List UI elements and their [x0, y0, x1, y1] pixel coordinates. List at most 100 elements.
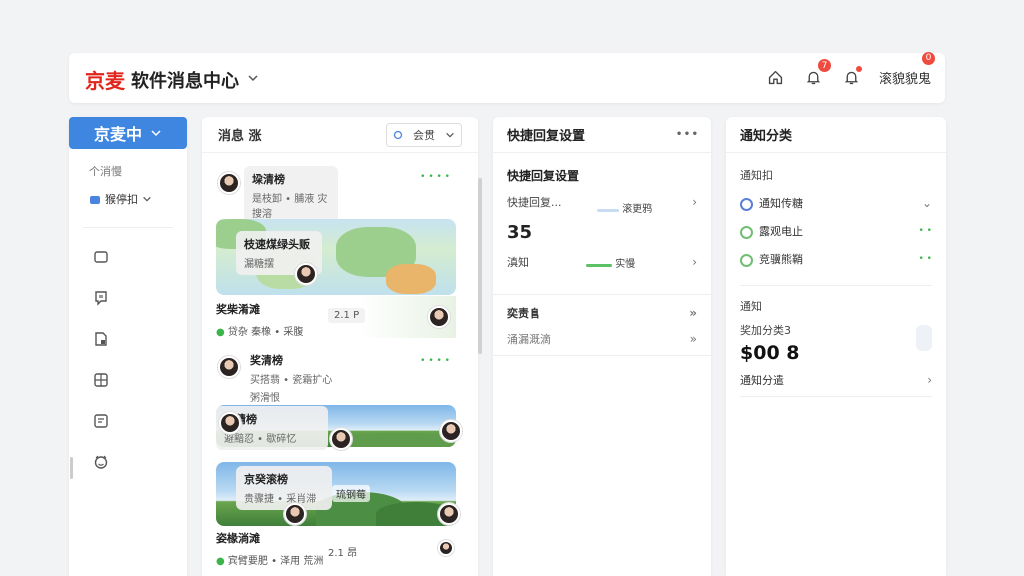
message-scrollbar[interactable] — [478, 178, 482, 354]
chat-icon[interactable] — [91, 288, 111, 307]
category-link[interactable]: 通知分遣 › — [726, 368, 946, 392]
chevron-down-icon[interactable] — [247, 72, 259, 88]
item-tag: 琉钢莓 — [332, 485, 370, 502]
avatar — [330, 428, 352, 450]
chevron-right-icon[interactable]: » — [689, 306, 697, 320]
chevron-down-icon[interactable]: ⌄ — [922, 196, 932, 210]
list-item[interactable]: 姿椽淌滩 ● 宾臂要肥 • 泽用 荒洲 2.1 昂 — [216, 530, 456, 567]
item-preview: ● 宾臂要肥 • 泽用 荒洲 — [216, 556, 324, 567]
brand-title: 软件消息中心 — [131, 70, 239, 92]
quick-row-tag: 滚更鸦 — [622, 204, 653, 215]
more-icon[interactable]: • • • — [676, 129, 698, 140]
radio-button[interactable] — [740, 225, 753, 239]
left-nav: 京麦中 个消慢 猴停扣 — [69, 117, 187, 576]
quick-row-tag: 实慢 — [615, 258, 636, 270]
folder-icon — [90, 195, 100, 204]
avatar — [218, 356, 240, 378]
document-icon[interactable] — [91, 329, 111, 348]
category-option[interactable]: 竞骥熊鞘 • • — [726, 245, 946, 273]
avatar — [438, 503, 460, 525]
radio-button[interactable] — [740, 253, 753, 267]
nav-header-button[interactable]: 京麦中 — [69, 117, 187, 149]
status-indicator: • • • • — [420, 172, 450, 182]
scroll-handle[interactable] — [916, 325, 932, 351]
item-value: 2.1 P — [328, 308, 366, 323]
top-bar: 京麦 软件消息中心 7 滚貌貌鬼 0 — [69, 51, 945, 103]
nav-header-label: 京麦中 — [93, 125, 142, 144]
radio-button[interactable] — [740, 197, 753, 211]
avatar — [295, 263, 317, 285]
category-section-label: 通知扣 — [740, 169, 773, 182]
category-option[interactable]: 通知传糖 ⌄ — [726, 189, 946, 217]
item-preview: 避黯忍 • 歇碎忆 — [224, 434, 297, 445]
filter-label: 会贯 — [413, 128, 435, 142]
item-preview: 是枝卸 • 脯液 灾搜溶 — [252, 194, 328, 220]
progress-bar — [586, 263, 612, 267]
smile-icon[interactable] — [91, 452, 111, 471]
nav-select-label: 猴停扣 — [105, 193, 138, 206]
square-icon[interactable] — [91, 247, 111, 266]
list-item[interactable]: 垜清榜 是枝卸 • 脯液 灾搜溶 • • • • — [216, 166, 456, 225]
user-badge: 0 — [922, 51, 935, 65]
status-indicator: • • — [918, 226, 932, 236]
chevron-right-icon[interactable]: › — [692, 195, 697, 209]
list-item[interactable]: 奖柴淆滩 ● 贷杂 秦橡 • 采腹 2.1 P — [216, 296, 456, 338]
option-label: 竞骥熊鞘 — [759, 253, 803, 266]
quick-section-title: 快捷回复设置 — [507, 169, 580, 183]
category-section-label: 通知 — [740, 300, 762, 313]
quick-row[interactable]: 快捷回复... › 35 滚更鸦 — [493, 194, 711, 254]
category-panel-title: 通知分类 — [726, 117, 946, 153]
category-link-label: 通知分遣 — [740, 374, 784, 387]
filter-icon — [393, 130, 403, 139]
item-name: 奖清榜 — [250, 354, 283, 367]
item-preview: 贵骤捷 • 采肖滞 — [244, 494, 317, 505]
item-preview: 买搭翡 • 瓷霜扩心 — [250, 375, 333, 386]
divider — [740, 396, 932, 397]
quick-panel-title: 快捷回复设置 — [507, 129, 586, 144]
category-sub-label: 奖加分类3 — [740, 324, 791, 337]
category-value: $00 8 — [740, 342, 800, 364]
user-menu[interactable]: 滚貌貌鬼 0 — [878, 51, 935, 87]
note-icon[interactable] — [91, 411, 111, 430]
list-item[interactable]: 京癸滚榜 贵骤捷 • 采肖滞 — [236, 466, 332, 510]
bell-icon[interactable]: 7 — [803, 59, 831, 88]
option-label: 通知传糖 — [759, 197, 803, 210]
item-preview: ● 贷杂 秦橡 • 采腹 — [216, 327, 304, 338]
avatar — [428, 306, 450, 328]
chevron-right-icon[interactable]: › — [692, 255, 697, 269]
brand-name: 京麦 — [85, 69, 125, 93]
quick-row-value: 35 — [507, 222, 533, 243]
quick-row[interactable]: 滇知 实慢 › — [493, 254, 711, 284]
avatar — [438, 540, 454, 556]
list-item[interactable]: 奖清榜 买搭翡 • 瓷霜扩心 粥滑恨 • • • • — [216, 350, 456, 404]
nav-divider — [83, 227, 173, 228]
grid-icon[interactable] — [91, 370, 111, 389]
filter-dropdown[interactable]: 会贯 — [386, 122, 462, 147]
alert-bell-icon[interactable] — [841, 66, 863, 88]
quick-row[interactable]: 奕责𨸏 » — [493, 305, 711, 321]
item-value: 2.1 昂 — [328, 548, 358, 559]
app-brand[interactable]: 京麦 软件消息中心 — [85, 65, 259, 94]
item-name: 枝速煤绿头贩 — [244, 238, 310, 251]
avatar — [219, 412, 241, 434]
status-indicator: • • • • — [420, 356, 450, 366]
divider — [493, 355, 711, 356]
category-option[interactable]: 露观电止 • • — [726, 217, 946, 245]
quick-row[interactable]: 涌漏溉滴 » — [493, 331, 711, 347]
item-name: 垜清榜 — [252, 173, 285, 186]
quick-row-label: 快捷回复... — [507, 196, 562, 209]
chevron-down-icon — [446, 132, 454, 138]
message-panel-title: 消息 涨 — [218, 129, 262, 144]
chevron-right-icon[interactable]: » — [690, 332, 697, 346]
chevron-right-icon[interactable]: › — [927, 373, 932, 387]
home-icon[interactable] — [765, 66, 787, 88]
progress-bar — [597, 209, 619, 212]
notification-badge: 7 — [817, 59, 831, 72]
user-label: 滚貌貌鬼 — [878, 71, 931, 87]
nav-select[interactable]: 猴停扣 — [89, 191, 187, 207]
category-panel: 通知分类 通知扣 通知传糖 ⌄ 露观电止 • • 竞骥熊鞘 • • 通知 奖加分… — [726, 117, 946, 576]
item-preview-secondary: 粥滑恨 — [250, 393, 280, 404]
quick-row-label: 奕责𨸏 — [507, 307, 540, 320]
nav-scrollbar[interactable] — [70, 457, 73, 479]
quick-row-label: 滇知 — [507, 256, 529, 269]
